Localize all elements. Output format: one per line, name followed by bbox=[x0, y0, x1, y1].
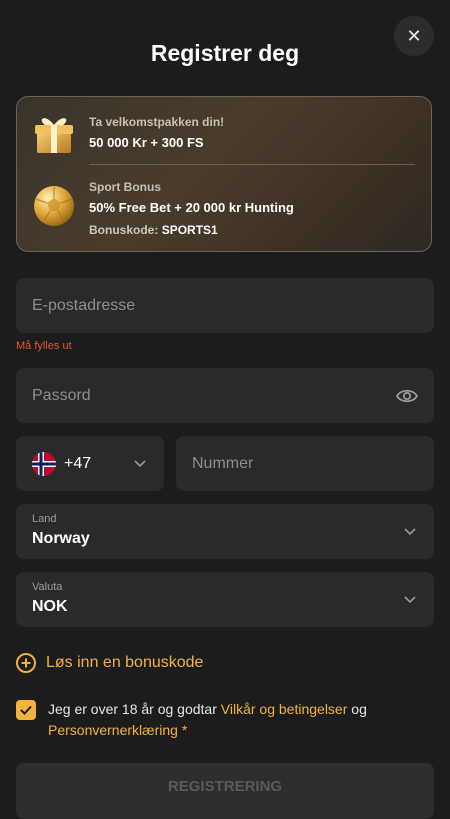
email-error: Må fylles ut bbox=[16, 340, 72, 352]
page-title: Registrer deg bbox=[150, 40, 300, 66]
promo-divider bbox=[89, 164, 415, 165]
country-select[interactable]: Land Norway bbox=[16, 504, 434, 559]
welcome-label: Ta velkomstpakken din! bbox=[89, 115, 225, 129]
email-field[interactable]: E-postadresse bbox=[16, 278, 434, 333]
redeem-bonus-code-link[interactable]: Løs inn en bonuskode bbox=[16, 652, 203, 674]
plus-circle-icon bbox=[16, 653, 36, 673]
bonus-code-value: SPORTS1 bbox=[161, 223, 218, 237]
norway-flag-icon bbox=[32, 452, 56, 476]
country-label: Land bbox=[32, 513, 57, 525]
sport-bonus-label: Sport Bonus bbox=[89, 180, 161, 194]
eye-icon[interactable] bbox=[396, 388, 418, 404]
phone-country-select[interactable]: +47 bbox=[16, 436, 164, 491]
sport-bonus-offer: 50% Free Bet + 20 000 kr Hunting bbox=[89, 200, 294, 215]
terms-checkbox[interactable] bbox=[16, 700, 36, 720]
register-button[interactable]: REGISTRERING bbox=[16, 763, 434, 819]
promo-banner: Ta velkomstpakken din! 50 000 Kr + 300 F… bbox=[16, 96, 432, 252]
currency-value: NOK bbox=[32, 598, 68, 615]
required-mark: * bbox=[181, 722, 188, 738]
password-field[interactable]: Passord bbox=[16, 368, 434, 423]
welcome-offer: 50 000 Kr + 300 FS bbox=[89, 135, 204, 150]
gift-icon bbox=[35, 118, 73, 153]
bonus-code-label: Bonuskode: bbox=[89, 223, 159, 237]
phone-number-field[interactable]: Nummer bbox=[176, 436, 434, 491]
chevron-down-icon bbox=[404, 528, 416, 536]
bonus-code-line: Bonuskode: SPORTS1 bbox=[89, 223, 218, 237]
terms-text: Jeg er over 18 år og godtar Vilkår og be… bbox=[48, 699, 408, 741]
phone-country-code: +47 bbox=[64, 454, 92, 472]
checkmark-icon bbox=[20, 705, 32, 715]
terms-text-before: Jeg er over 18 år og godtar bbox=[48, 701, 221, 717]
password-placeholder: Passord bbox=[32, 386, 91, 404]
redeem-bonus-code-label: Løs inn en bonuskode bbox=[46, 654, 204, 671]
email-placeholder: E-postadresse bbox=[32, 296, 136, 314]
country-value: Norway bbox=[32, 530, 90, 547]
chevron-down-icon bbox=[134, 460, 146, 468]
chevron-down-icon bbox=[404, 596, 416, 604]
terms-link[interactable]: Vilkår og betingelser bbox=[221, 701, 348, 717]
terms-text-middle: og bbox=[347, 701, 367, 717]
soccer-ball-icon bbox=[34, 186, 74, 226]
privacy-link[interactable]: Personvernerklæring bbox=[48, 722, 178, 738]
phone-number-placeholder: Nummer bbox=[192, 454, 254, 472]
currency-label: Valuta bbox=[32, 581, 63, 593]
currency-select[interactable]: Valuta NOK bbox=[16, 572, 434, 627]
